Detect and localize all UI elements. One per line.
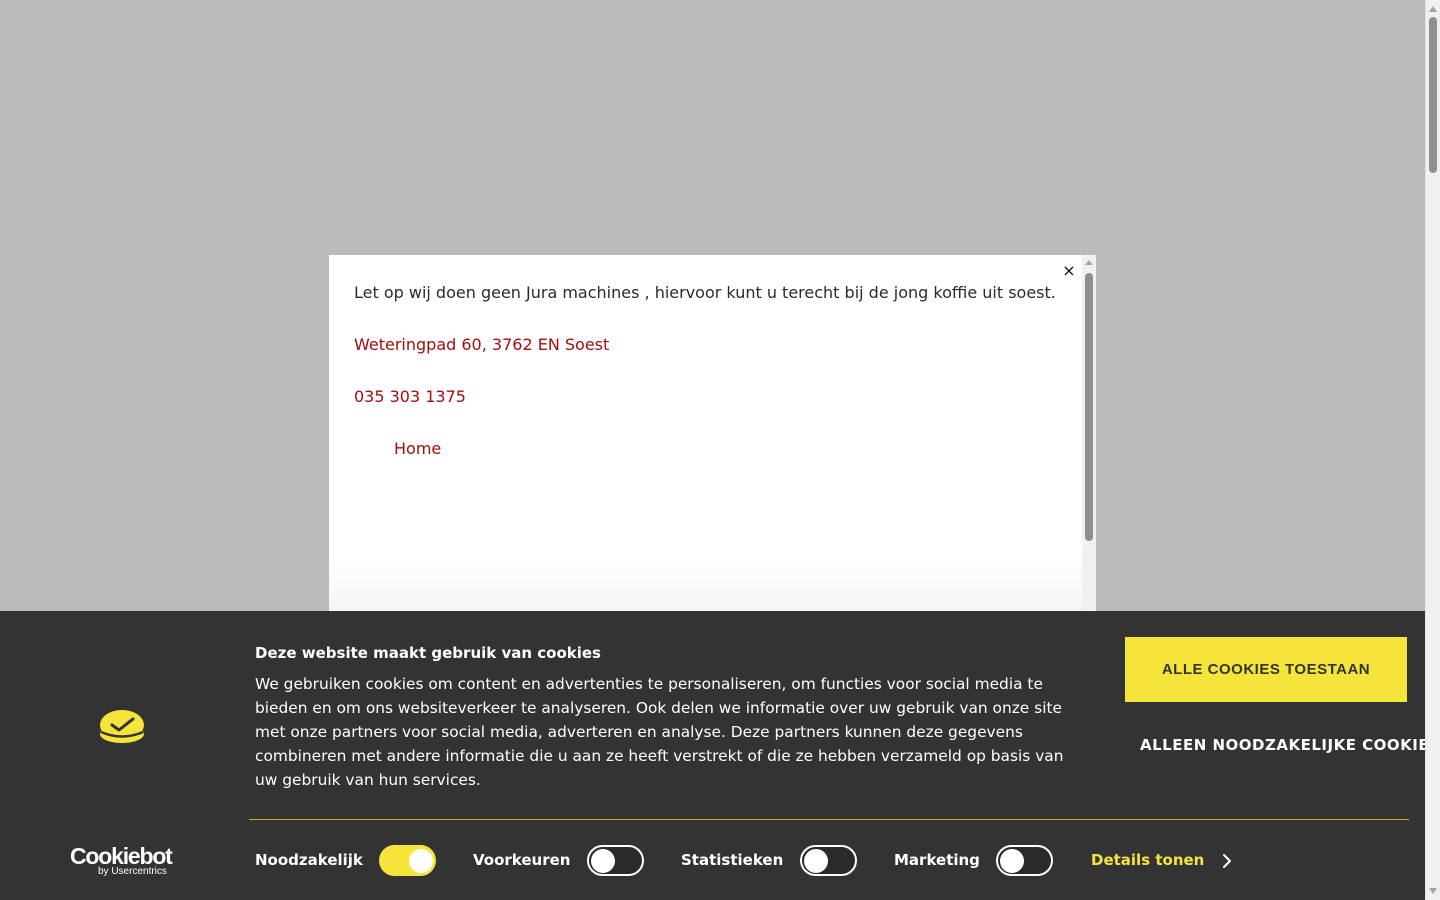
toggle-knob	[591, 848, 615, 873]
modal-scrollbar-thumb[interactable]	[1085, 273, 1093, 541]
modal-content: Let op wij doen geen Jura machines , hie…	[354, 283, 1074, 459]
marketing-toggle[interactable]	[996, 845, 1053, 876]
preferences-toggle[interactable]	[587, 845, 644, 876]
cookie-banner-body: We gebruiken cookies om content en adver…	[255, 675, 1064, 789]
page-scrollbar-thumb[interactable]	[1429, 17, 1437, 173]
scroll-down-arrow-icon[interactable]	[1429, 888, 1437, 894]
toggle-knob	[1000, 848, 1024, 873]
toggle-label-preferences: Voorkeuren	[473, 851, 571, 869]
home-link[interactable]: Home	[394, 439, 1074, 459]
allow-all-cookies-button[interactable]: ALLE COOKIES TOESTAAN	[1125, 637, 1407, 702]
cookie-banner: Cookiebot by Usercentrics Deze website m…	[0, 611, 1425, 900]
modal-scroll-up-arrow-icon[interactable]	[1085, 260, 1093, 265]
chevron-right-icon[interactable]	[1221, 851, 1233, 871]
cookiebot-logo-icon	[100, 710, 144, 743]
modal-scrollbar[interactable]	[1082, 255, 1096, 655]
modal-notice-text: Let op wij doen geen Jura machines , hie…	[354, 283, 1056, 302]
cookie-banner-title: Deze website maakt gebruik van cookies	[255, 644, 601, 662]
notice-modal: Let op wij doen geen Jura machines , hie…	[329, 255, 1096, 655]
cookiebot-wordmark: Cookiebot by Usercentrics	[70, 844, 174, 877]
necessary-cookies-only-button[interactable]: ALLEEN NOODZAKELIJKE COOKIES	[1140, 735, 1425, 755]
scroll-up-arrow-icon[interactable]	[1429, 6, 1437, 12]
show-details-link[interactable]: Details tonen	[1091, 850, 1204, 870]
cookiebot-brand: Cookiebot	[70, 843, 173, 869]
cookiebot-brand-sub: by Usercentrics	[98, 866, 167, 877]
page-scrollbar[interactable]	[1425, 0, 1440, 900]
statistics-toggle[interactable]	[800, 845, 857, 876]
necessary-toggle[interactable]	[379, 845, 436, 876]
toggle-label-necessary: Noodzakelijk	[255, 851, 363, 869]
cookie-banner-divider	[249, 819, 1409, 820]
toggle-knob	[408, 848, 433, 873]
close-icon[interactable]: ×	[1062, 262, 1076, 280]
toggle-label-marketing: Marketing	[894, 851, 980, 869]
address-link[interactable]: Weteringpad 60, 3762 EN Soest	[354, 335, 1074, 355]
phone-link[interactable]: 035 303 1375	[354, 387, 1074, 407]
toggle-label-statistics: Statistieken	[681, 851, 784, 869]
toggle-knob	[804, 848, 828, 873]
